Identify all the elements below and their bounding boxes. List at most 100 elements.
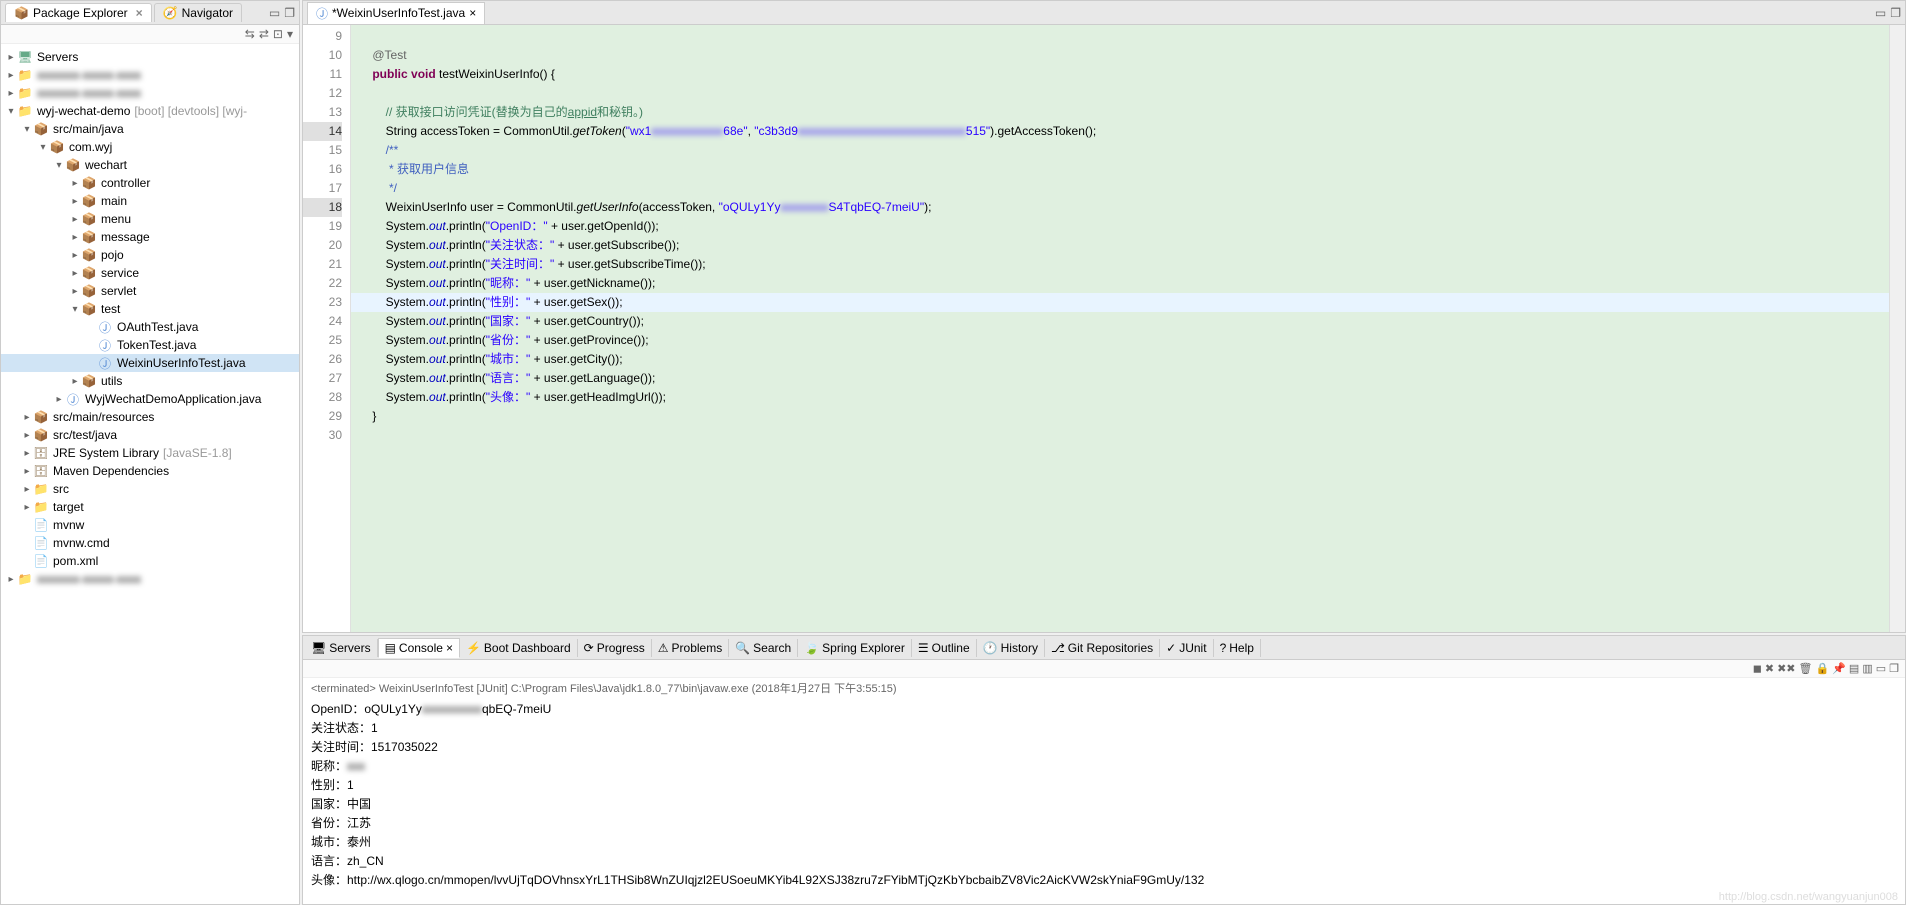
expand-icon[interactable]: ▸ [69,232,81,243]
tree-item[interactable]: 📄mvnw.cmd [1,534,299,552]
tree-item[interactable]: ▸📦message [1,228,299,246]
open-console-icon[interactable]: ▥ [1862,662,1872,675]
console-output[interactable]: OpenID：oQULy1YyxxxxxxxxxxqbEQ-7meiU关注状态：… [303,698,1905,904]
expand-icon[interactable]: ▸ [5,88,17,99]
expand-icon[interactable]: ▸ [5,52,17,63]
view-menu-icon[interactable]: ▾ [287,27,293,41]
expand-icon[interactable]: ▸ [69,268,81,279]
tab-navigator[interactable]: 🧭 Navigator [154,3,242,22]
tree-item[interactable]: ▾📦src/main/java [1,120,299,138]
tree-item[interactable]: ▸🖥Servers [1,48,299,66]
tree-item[interactable]: ▸📦utils [1,372,299,390]
tree-item[interactable]: 📄pom.xml [1,552,299,570]
tree-item[interactable]: ▸📦src/main/resources [1,408,299,426]
expand-icon[interactable]: ▸ [69,196,81,207]
tree-item[interactable]: ▾📁wyj-wechat-demo[boot] [devtools] [wyj- [1,102,299,120]
expand-icon[interactable]: ▸ [69,214,81,225]
tree-item[interactable]: ▾📦com.wyj [1,138,299,156]
package-tree[interactable]: ▸🖥Servers▸📁xxxxxxx-xxxxx-xxxx▸📁xxxxxxx-x… [1,44,299,904]
console-line: 昵称：xxx [311,757,1897,776]
pin-console-icon[interactable]: 📌 [1832,662,1846,675]
remove-launch-icon[interactable]: ✖ [1765,662,1774,675]
console-tab-boot-dashboard[interactable]: ⚡Boot Dashboard [460,639,578,657]
console-tab-progress[interactable]: ⟳Progress [578,639,652,657]
project-icon: 📁 [17,103,33,119]
console-tab-problems[interactable]: ⚠Problems [652,639,729,657]
expand-icon[interactable]: ▸ [21,430,33,441]
expand-icon[interactable]: ▾ [53,160,65,171]
expand-icon[interactable]: ▾ [69,304,81,315]
tree-item[interactable]: ▸🗄JRE System Library[JavaSE-1.8] [1,444,299,462]
console-tab-search[interactable]: 🔍Search [729,639,798,657]
tree-item[interactable]: ⒿTokenTest.java [1,336,299,354]
expand-icon[interactable]: ▾ [5,106,17,117]
expand-icon[interactable]: ▸ [21,484,33,495]
expand-icon[interactable]: ▸ [69,178,81,189]
tree-item[interactable]: ▸ⒿWyjWechatDemoApplication.java [1,390,299,408]
display-selected-icon[interactable]: ▤ [1849,662,1859,675]
left-tab-bar: 📦 Package Explorer × 🧭 Navigator ▭ ❐ [1,1,299,25]
focus-icon[interactable]: ⊡ [273,27,283,41]
expand-icon[interactable]: ▾ [37,142,49,153]
minimize-icon[interactable]: ▭ [269,6,280,20]
console-tab-help[interactable]: ?Help [1214,639,1261,657]
console-tab-label: Outline [932,641,970,655]
close-icon[interactable]: × [136,6,143,20]
vertical-scrollbar[interactable] [1889,25,1905,632]
console-tab-outline[interactable]: ☰Outline [912,639,977,657]
close-icon[interactable]: × [469,6,476,20]
tree-item[interactable]: ▸📁target [1,498,299,516]
expand-icon[interactable]: ▸ [5,574,17,585]
expand-icon[interactable]: ▸ [21,448,33,459]
tree-item[interactable]: ▸📦pojo [1,246,299,264]
console-line: OpenID：oQULy1YyxxxxxxxxxxqbEQ-7meiU [311,700,1897,719]
expand-icon[interactable]: ▸ [21,466,33,477]
expand-icon[interactable]: ▸ [69,250,81,261]
tree-item[interactable]: ▾📦test [1,300,299,318]
collapse-all-icon[interactable]: ⇆ [245,27,255,41]
editor-tab[interactable]: Ⓙ *WeixinUserInfoTest.java × [307,2,485,24]
tree-item[interactable]: ▸📦menu [1,210,299,228]
expand-icon[interactable]: ▸ [69,376,81,387]
code-content[interactable]: @Test public void testWeixinUserInfo() {… [351,25,1889,632]
tree-item[interactable]: ▸📁xxxxxxx-xxxxx-xxxx [1,570,299,588]
expand-icon[interactable]: ▸ [69,286,81,297]
remove-all-icon[interactable]: ✖✖ [1777,662,1795,675]
tree-item[interactable]: ▸📁xxxxxxx-xxxxx-xxxx [1,66,299,84]
tree-item[interactable]: ▾📦wechart [1,156,299,174]
close-icon[interactable]: × [446,641,453,655]
expand-icon[interactable]: ▾ [21,124,33,135]
scroll-lock-icon[interactable]: 🔒 [1816,662,1830,675]
console-tab-history[interactable]: 🕐History [977,639,1045,657]
console-tab-junit[interactable]: ✓JUnit [1160,639,1213,657]
maximize-icon[interactable]: ❐ [284,6,295,20]
expand-icon[interactable]: ▸ [53,394,65,405]
tree-item[interactable]: ▸📦src/test/java [1,426,299,444]
console-tab-git-repositories[interactable]: ⎇Git Repositories [1045,639,1160,657]
link-editor-icon[interactable]: ⇄ [259,27,269,41]
clear-console-icon[interactable]: 🗑 [1799,662,1813,675]
maximize-icon[interactable]: ❐ [1890,6,1901,20]
tree-item[interactable]: ▸📦controller [1,174,299,192]
tree-item[interactable]: ▸🗄Maven Dependencies [1,462,299,480]
minimize-icon[interactable]: ▭ [1875,6,1886,20]
minimize-icon[interactable]: ▭ [1876,662,1886,675]
tree-item[interactable]: ▸📦service [1,264,299,282]
expand-icon[interactable]: ▸ [21,412,33,423]
terminate-icon[interactable]: ◼ [1753,662,1762,675]
console-tab-servers[interactable]: 🖥Servers [305,639,378,657]
maximize-icon[interactable]: ❐ [1889,662,1899,675]
tab-package-explorer[interactable]: 📦 Package Explorer × [5,3,152,22]
tree-item[interactable]: ▸📁src [1,480,299,498]
tree-item[interactable]: ▸📁xxxxxxx-xxxxx-xxxx [1,84,299,102]
tree-item[interactable]: ▸📦main [1,192,299,210]
code-editor[interactable]: 9101112131415161718192021222324252627282… [303,25,1905,632]
tree-item[interactable]: ⒿOAuthTest.java [1,318,299,336]
tree-item[interactable]: ⒿWeixinUserInfoTest.java [1,354,299,372]
console-tab-spring-explorer[interactable]: 🍃Spring Explorer [798,639,912,657]
expand-icon[interactable]: ▸ [21,502,33,513]
expand-icon[interactable]: ▸ [5,70,17,81]
tree-item[interactable]: 📄mvnw [1,516,299,534]
tree-item[interactable]: ▸📦servlet [1,282,299,300]
console-tab-console[interactable]: ▤Console× [378,638,460,658]
